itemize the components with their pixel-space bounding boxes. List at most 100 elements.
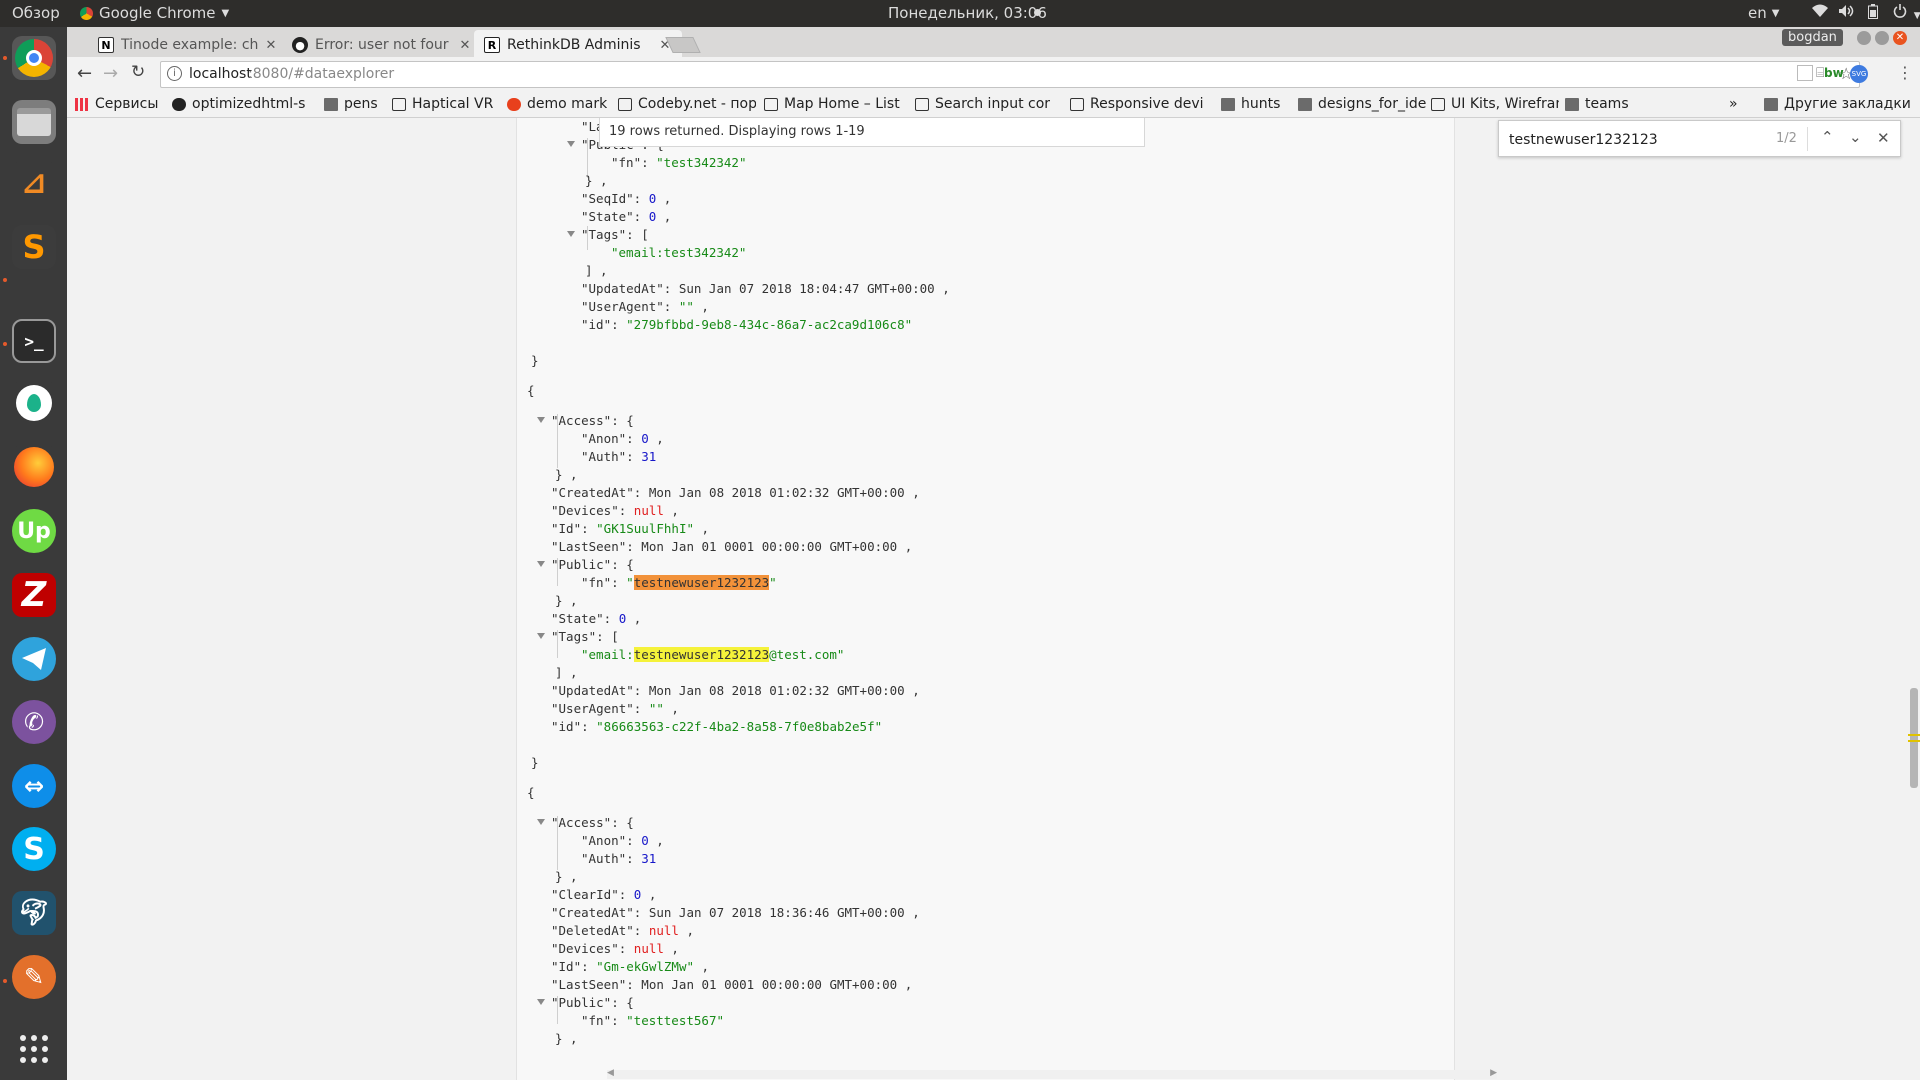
scroll-left-arrow-icon[interactable]: ◀ bbox=[607, 1068, 614, 1078]
json-token: "State": bbox=[551, 611, 619, 626]
bookmark-8[interactable]: Responsive devi bbox=[1070, 96, 1204, 112]
terminal-launcher-icon[interactable]: >_ bbox=[12, 319, 56, 363]
bookmark-10[interactable]: designs_for_ide bbox=[1298, 96, 1426, 112]
sublime-merge-launcher-icon[interactable]: ⊿ bbox=[12, 161, 56, 205]
minimize-window-icon[interactable] bbox=[1857, 31, 1871, 45]
tab-title: Error: user not four bbox=[315, 37, 449, 53]
json-line: } , bbox=[555, 592, 578, 610]
extension-icon[interactable] bbox=[1797, 65, 1813, 81]
find-close-icon[interactable]: ✕ bbox=[1877, 129, 1890, 147]
back-arrow-icon[interactable]: ← bbox=[77, 63, 92, 84]
bookmark-1[interactable]: optimizedhtml-s bbox=[172, 96, 305, 112]
bookmark-9[interactable]: hunts bbox=[1221, 96, 1280, 112]
files-launcher-icon[interactable] bbox=[12, 100, 56, 144]
collapse-triangle-icon[interactable] bbox=[537, 819, 545, 825]
vertical-scrollbar[interactable] bbox=[1908, 118, 1920, 1080]
bookmark-0[interactable]: Сервисы bbox=[75, 96, 158, 112]
browser-window-frame: N Tinode example: ch ✕ ● Error: user not… bbox=[67, 27, 1920, 118]
bookmark-4[interactable]: demo mark bbox=[507, 96, 607, 112]
json-token: "State": bbox=[581, 209, 649, 224]
bookmark-6[interactable]: Map Home – List bbox=[764, 96, 900, 112]
json-token: "86663563-c22f-4ba2-8a58-7f0e8bab2e5f" bbox=[596, 719, 883, 734]
bookmarks-bar: Сервисы optimizedhtml-s pens Haptical VR dem… bbox=[67, 92, 1920, 118]
telegram-launcher-icon[interactable] bbox=[12, 637, 56, 681]
json-line: "Public": { bbox=[551, 994, 634, 1012]
tab-tinode[interactable]: N Tinode example: ch ✕ bbox=[88, 30, 288, 60]
language-indicator[interactable]: en ▼ bbox=[1748, 4, 1779, 22]
scrollbar-thumb[interactable] bbox=[1910, 688, 1918, 788]
json-token: , bbox=[678, 923, 695, 938]
horizontal-scrollbar[interactable]: ◀ ▶ bbox=[607, 1068, 1497, 1079]
find-input[interactable] bbox=[1509, 130, 1769, 150]
json-token: null bbox=[633, 503, 664, 518]
power-menu-icon[interactable]: ▼ bbox=[1893, 4, 1920, 22]
json-token: "Id": bbox=[551, 959, 597, 974]
collapse-triangle-icon[interactable] bbox=[537, 633, 545, 639]
collapse-triangle-icon[interactable] bbox=[567, 231, 575, 237]
json-token: "Id": bbox=[551, 521, 597, 536]
editor-pen-launcher-icon[interactable]: ✎ bbox=[12, 955, 56, 999]
close-window-icon[interactable]: ✕ bbox=[1893, 31, 1907, 45]
tab-rethinkdb-admin[interactable]: R RethinkDB Adminis ✕ bbox=[474, 30, 682, 60]
bookmark-12[interactable]: teams bbox=[1565, 96, 1629, 112]
json-token: "" bbox=[648, 701, 664, 716]
json-line: "State": 0 , bbox=[551, 610, 641, 628]
other-bookmarks-folder[interactable]: Другие закладки bbox=[1764, 96, 1911, 112]
close-tab-icon[interactable]: ✕ bbox=[458, 38, 472, 53]
bookmark-7[interactable]: Search input cor bbox=[915, 96, 1050, 112]
json-line: ] , bbox=[585, 262, 608, 280]
green-drop-app-icon[interactable] bbox=[12, 381, 56, 425]
find-previous-chevron-up-icon[interactable]: ⌃ bbox=[1821, 128, 1834, 146]
json-token: , bbox=[693, 299, 709, 314]
collapse-triangle-icon[interactable] bbox=[537, 561, 545, 567]
maximize-window-icon[interactable] bbox=[1875, 31, 1889, 45]
close-tab-icon[interactable]: ✕ bbox=[264, 38, 278, 53]
json-token: 0 bbox=[641, 833, 649, 848]
json-line: "Auth": 31 bbox=[581, 850, 656, 868]
bookmark-11[interactable]: UI Kits, Wirefram bbox=[1431, 96, 1559, 112]
address-bar[interactable]: i localhost :8080/#dataexplorer ⌸ ☆ bbox=[160, 61, 1860, 88]
caret-down-icon: ▼ bbox=[1913, 11, 1920, 21]
show-applications-icon[interactable] bbox=[12, 1027, 56, 1071]
app-menu[interactable]: Google Chrome ▼ bbox=[80, 4, 229, 22]
mysql-workbench-launcher-icon[interactable]: 🐬︎ bbox=[12, 891, 56, 935]
profile-button[interactable]: bogdan bbox=[1782, 29, 1843, 46]
activities-button[interactable]: Обзор bbox=[12, 4, 60, 22]
wifi-icon[interactable] bbox=[1812, 4, 1828, 22]
volume-icon[interactable] bbox=[1838, 4, 1854, 22]
info-icon[interactable]: i bbox=[167, 66, 182, 81]
bw-extension-icon[interactable]: bw bbox=[1824, 66, 1844, 80]
firefox-launcher-icon[interactable] bbox=[12, 445, 56, 489]
bookmark-label: demo mark bbox=[527, 96, 608, 112]
collapse-triangle-icon[interactable] bbox=[537, 417, 545, 423]
bookmark-label: UI Kits, Wirefram bbox=[1451, 96, 1559, 112]
bookmark-3[interactable]: Haptical VR bbox=[392, 96, 493, 112]
scroll-right-arrow-icon[interactable]: ▶ bbox=[1490, 1068, 1497, 1078]
clock[interactable]: Понедельник, 03:06 bbox=[888, 4, 1047, 22]
collapse-triangle-icon[interactable] bbox=[567, 141, 575, 147]
bookmark-2[interactable]: pens bbox=[324, 96, 378, 112]
find-next-chevron-down-icon[interactable]: ⌄ bbox=[1849, 128, 1862, 146]
json-token: 0 bbox=[641, 431, 649, 446]
upwork-launcher-icon[interactable]: Up bbox=[12, 509, 56, 553]
collapse-triangle-icon[interactable] bbox=[537, 999, 545, 1005]
json-line: "fn": "testnewuser1232123" bbox=[581, 574, 777, 592]
json-line: "SeqId": 0 , bbox=[581, 190, 671, 208]
chrome-launcher-icon[interactable] bbox=[12, 36, 56, 80]
json-line: "id": "86663563-c22f-4ba2-8a58-7f0e8bab2… bbox=[551, 718, 882, 736]
chrome-menu-icon[interactable]: ⋮ bbox=[1897, 63, 1913, 82]
svg-extension-icon[interactable]: SVG bbox=[1850, 65, 1868, 83]
viber-launcher-icon[interactable]: ✆ bbox=[12, 700, 56, 744]
tab-github-error[interactable]: ● Error: user not four ✕ bbox=[282, 30, 482, 60]
json-token: "id": bbox=[551, 719, 597, 734]
battery-icon[interactable] bbox=[1868, 4, 1878, 23]
reload-icon[interactable]: ↻ bbox=[131, 62, 145, 82]
forward-arrow-icon[interactable]: → bbox=[103, 63, 118, 84]
uikit-icon bbox=[1431, 97, 1445, 111]
teamviewer-launcher-icon[interactable]: ⇔ bbox=[12, 764, 56, 808]
skype-launcher-icon[interactable]: S bbox=[12, 827, 56, 871]
bookmark-5[interactable]: Codeby.net - пор bbox=[618, 96, 756, 112]
filezilla-launcher-icon[interactable]: Z bbox=[12, 573, 56, 617]
bookmarks-overflow-button[interactable]: » bbox=[1729, 96, 1738, 112]
sublime-text-launcher-icon[interactable]: S bbox=[12, 225, 56, 269]
